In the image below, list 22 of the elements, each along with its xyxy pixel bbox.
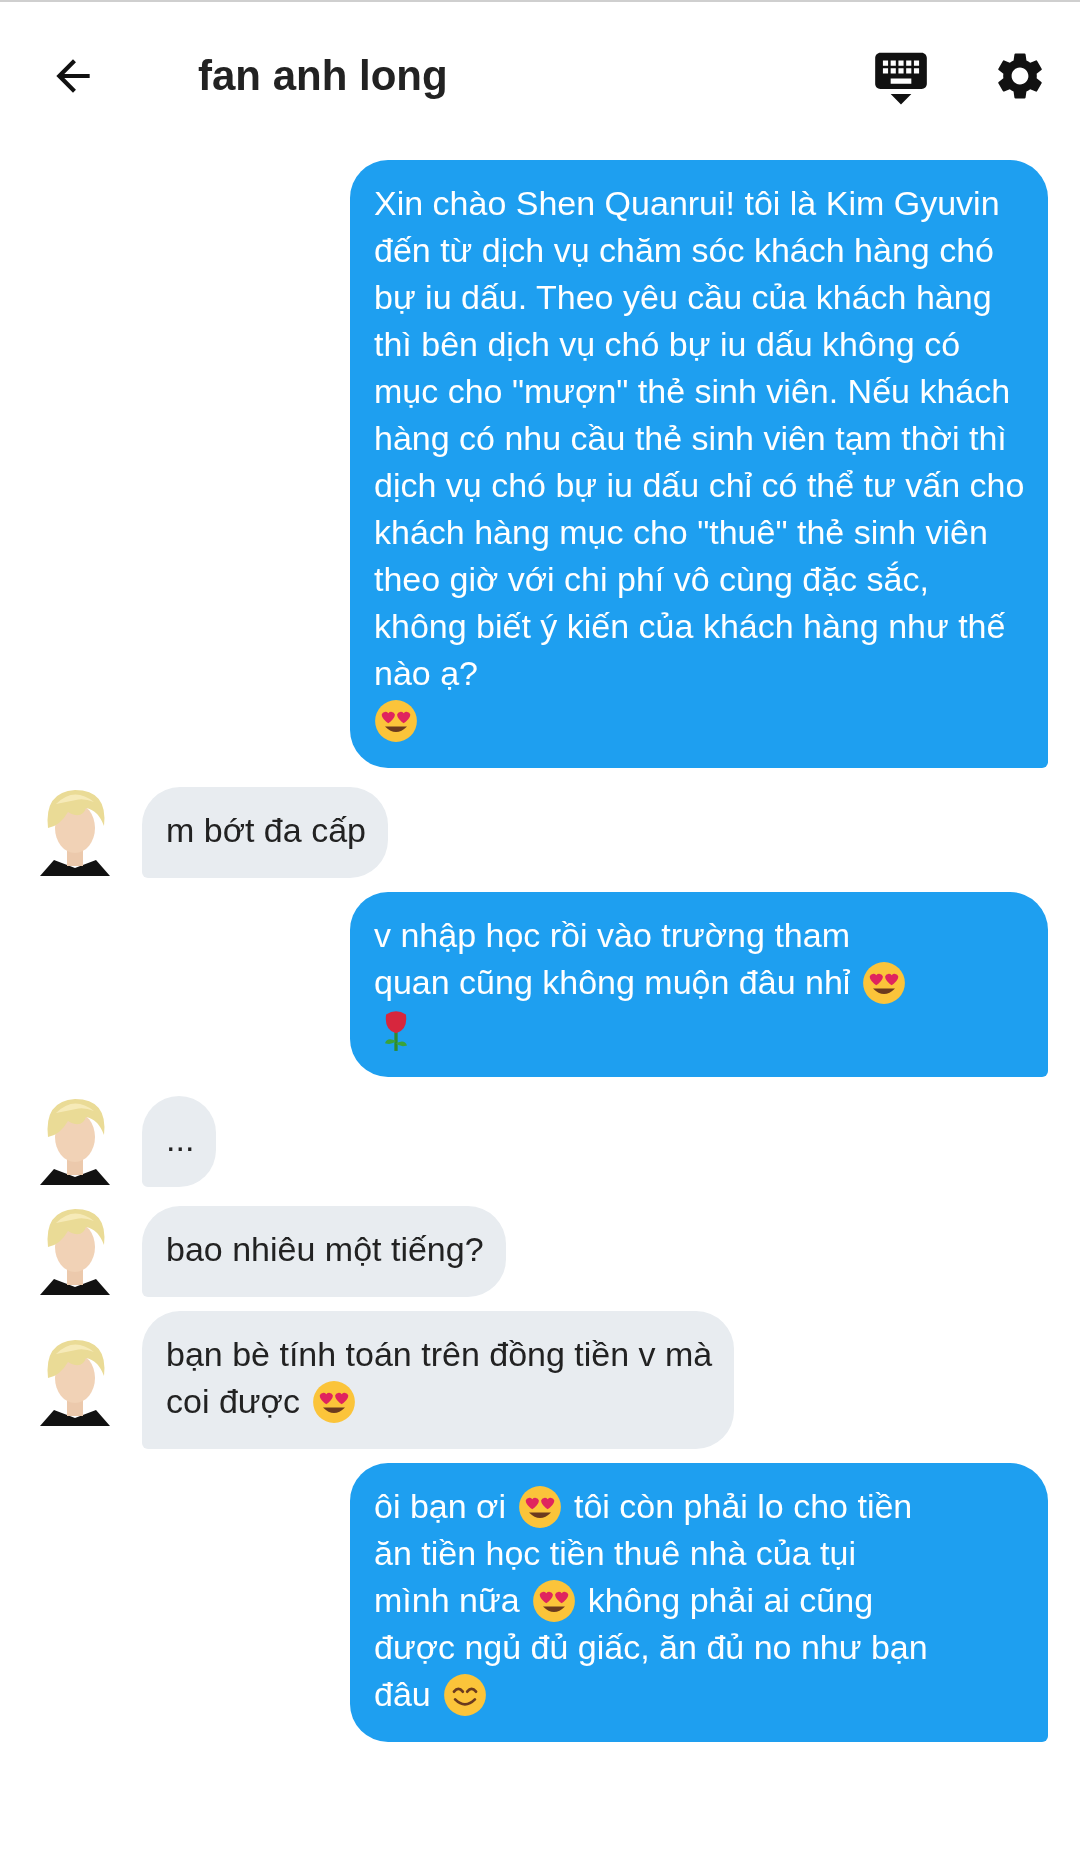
message-text: được ngủ đủ giấc, ăn đủ no như bạn bbox=[374, 1627, 928, 1668]
message-text: không phải ai cũng bbox=[587, 1580, 874, 1621]
message-text: tôi còn phải lo cho tiền bbox=[573, 1486, 913, 1527]
message-text: ... bbox=[166, 1119, 195, 1160]
message-text: ôi bạn ơi bbox=[374, 1486, 506, 1527]
message-text: v nhập học rồi vào trường tham bbox=[374, 915, 850, 956]
smiling-emoji-icon bbox=[442, 1672, 487, 1717]
heart-eyes-emoji-icon bbox=[374, 698, 418, 743]
message-text: quan cũng không muộn đâu nhỉ bbox=[374, 962, 851, 1003]
message-text: m bớt đa cấp bbox=[166, 810, 366, 851]
message-text: bạn bè tính toán trên đồng tiền v mà bbox=[166, 1334, 713, 1375]
message-text: Xin chào Shen Quanrui! tôi là Kim Gyuvin đến từ dịch vụ chăm sóc khách hàng chó bự iu dấu. Theo yêu cầu của khách hàng thì bên dịch vụ chó bự iu dấu không có mục cho "mượn" thẻ sinh viên. Nếu khách hàng có nhu cầu thẻ sinh viên tạm thời thì dịch vụ chó bự iu dấu chỉ có thể tư vấn cho khách hàng mục cho "thuê" thẻ sinh viên theo giờ với chi phí vô cùng đặc sắc, không biết ý kiến của khách hàng như thế nào ạ? bbox=[374, 183, 1026, 694]
heart-eyes-emoji-icon bbox=[311, 1379, 356, 1424]
heart-eyes-emoji-icon bbox=[862, 960, 907, 1005]
message-text: coi được bbox=[166, 1381, 300, 1422]
chat-title: fan anh long bbox=[198, 52, 449, 100]
message-text: bao nhiêu một tiếng? bbox=[166, 1229, 484, 1270]
message-text: đâu bbox=[374, 1674, 431, 1715]
message-text: mình nữa bbox=[374, 1580, 520, 1621]
heart-eyes-emoji-icon bbox=[531, 1578, 576, 1623]
heart-eyes-emoji-icon bbox=[517, 1484, 562, 1529]
message-text: ăn tiền học tiền thuê nhà của tụi bbox=[374, 1533, 857, 1574]
